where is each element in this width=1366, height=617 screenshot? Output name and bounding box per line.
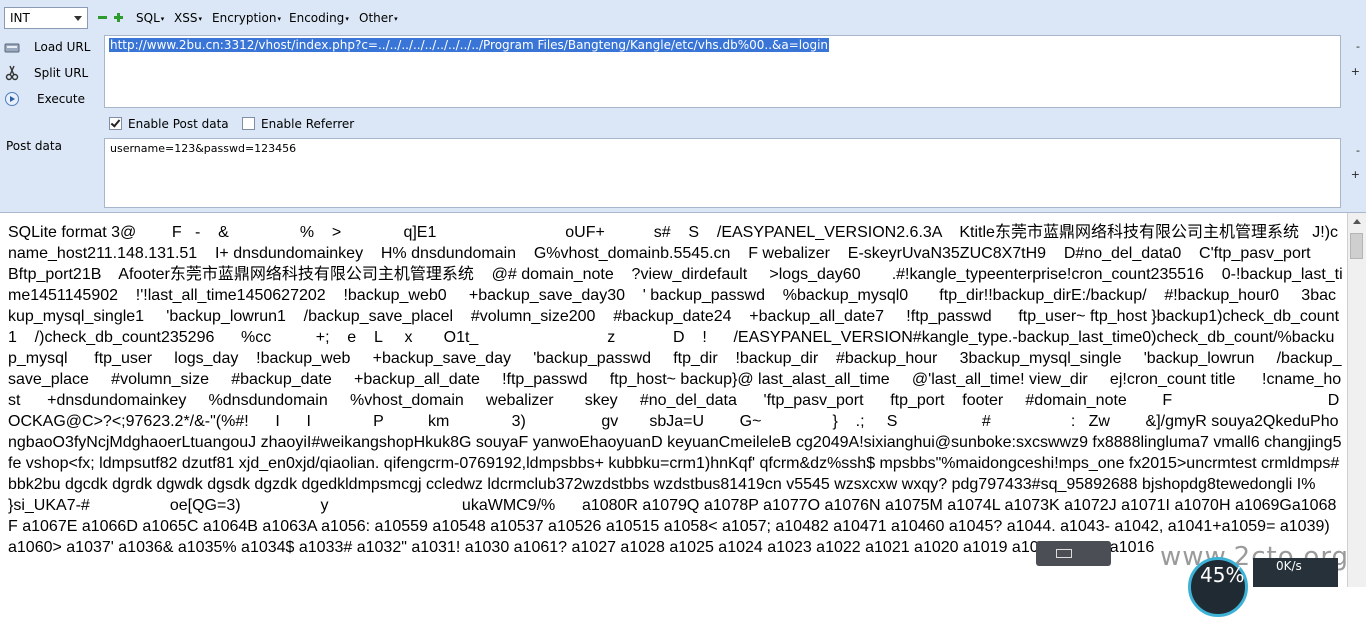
- url-value: http://www.2bu.cn:3312/vhost/index.php?c…: [109, 38, 830, 52]
- page-scrollbar[interactable]: [1347, 213, 1366, 587]
- menu-other[interactable]: Other▾: [359, 11, 398, 25]
- post-data-label: Post data: [6, 139, 62, 153]
- scroll-up-icon[interactable]: [1353, 219, 1361, 224]
- enable-post-checkbox[interactable]: Enable Post data: [109, 117, 229, 131]
- caret-icon: ▾: [277, 14, 281, 23]
- url-shrink-button[interactable]: -: [1356, 40, 1360, 53]
- menu-encryption[interactable]: Encryption▾: [212, 11, 281, 25]
- post-data-input[interactable]: username=123&passwd=123456: [104, 138, 1341, 208]
- network-speed-value: 0K/s: [1276, 559, 1302, 573]
- play-icon: [5, 92, 19, 106]
- scroll-thumb[interactable]: [1350, 233, 1363, 259]
- hackbar-panel: INT SQL▾ XSS▾ Encryption▾ Encoding▾ Othe…: [0, 0, 1366, 213]
- menu-sql[interactable]: SQL▾: [136, 11, 164, 25]
- type-select-value: INT: [10, 11, 30, 25]
- load-url-icon: [4, 43, 20, 53]
- url-input[interactable]: http://www.2bu.cn:3312/vhost/index.php?c…: [104, 35, 1341, 108]
- minus-icon[interactable]: [98, 13, 107, 22]
- url-expand-button[interactable]: +: [1351, 65, 1360, 78]
- floating-toolbar[interactable]: [1036, 541, 1111, 566]
- response-body: SQLite format 3@ F - & % > q]E1 oUF+ s# …: [8, 224, 1343, 556]
- post-expand-button[interactable]: +: [1351, 168, 1360, 181]
- keyboard-icon: [1056, 549, 1072, 558]
- caret-icon: ▾: [394, 14, 398, 23]
- menu-xss[interactable]: XSS▾: [174, 11, 202, 25]
- post-shrink-button[interactable]: -: [1356, 144, 1360, 157]
- caret-icon: ▾: [345, 14, 349, 23]
- type-select[interactable]: INT: [4, 7, 88, 29]
- menu-encoding[interactable]: Encoding▾: [289, 11, 349, 25]
- scissors-icon: [5, 65, 19, 81]
- memory-gauge-value: 45%: [1200, 563, 1245, 587]
- caret-icon: ▾: [198, 14, 202, 23]
- post-data-value: username=123&passwd=123456: [110, 142, 297, 155]
- plus-icon[interactable]: [114, 13, 123, 22]
- caret-icon: ▾: [160, 14, 165, 23]
- enable-referrer-checkbox[interactable]: Enable Referrer: [242, 117, 354, 131]
- chevron-down-icon: [74, 16, 82, 21]
- checkbox-checked-icon: [109, 117, 122, 130]
- checkbox-empty-icon: [242, 117, 255, 130]
